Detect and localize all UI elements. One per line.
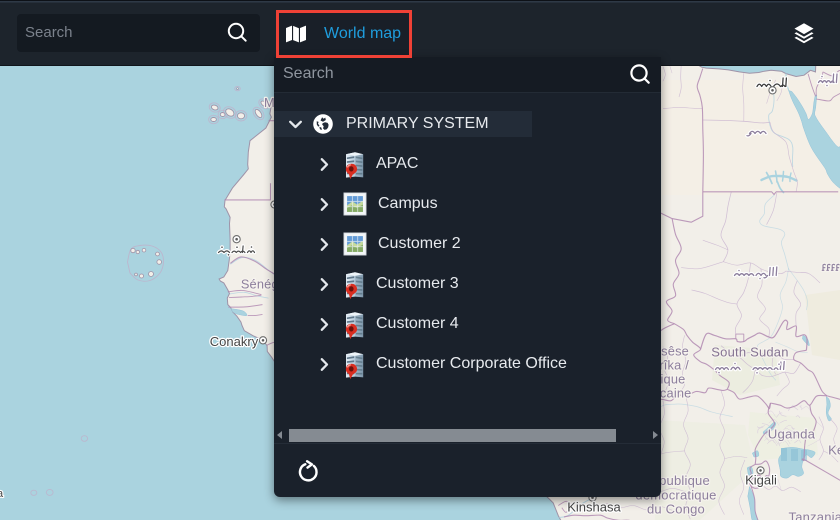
svg-text:ique: ique — [661, 372, 686, 387]
svg-text:Kigali: Kigali — [745, 473, 777, 488]
svg-text:Kinshasa: Kinshasa — [567, 500, 621, 515]
svg-text:Kenya: Kenya — [828, 443, 840, 458]
svg-text:du Congo: du Congo — [647, 502, 705, 517]
svg-text:icaine: icaine — [657, 386, 692, 401]
svg-text:Uganda: Uganda — [768, 427, 816, 442]
svg-text:Conakry: Conakry — [210, 334, 259, 349]
svg-text:Tanzania: Tanzania — [789, 510, 840, 520]
svg-text:South Sudan: South Sudan — [711, 345, 788, 360]
